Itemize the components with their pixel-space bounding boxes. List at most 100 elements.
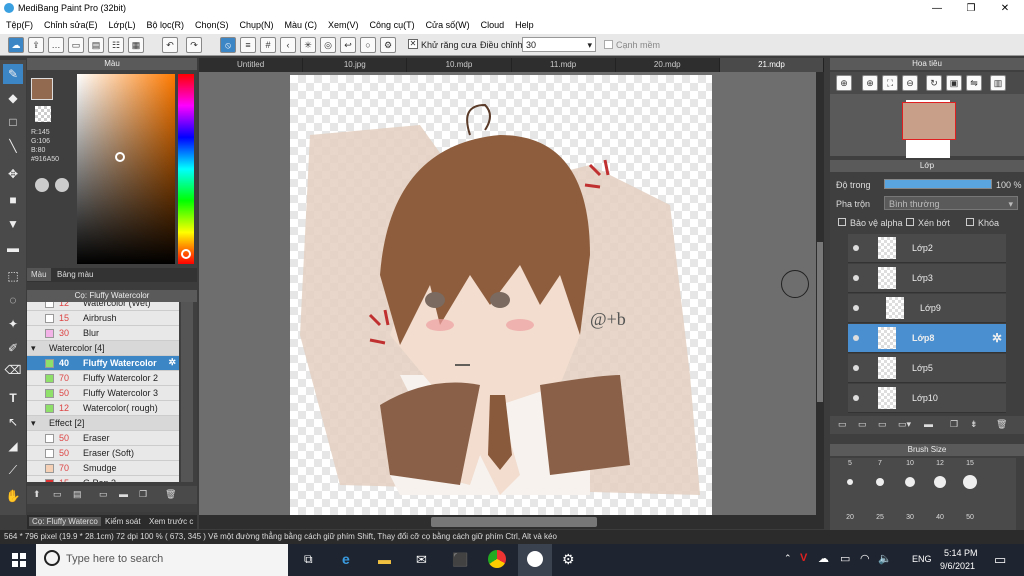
document-tab[interactable]: 10.jpg: [303, 58, 408, 72]
tab-brush[interactable]: Cọ: Fluffy Waterco: [29, 517, 101, 526]
document-tab[interactable]: Untitled: [199, 58, 304, 72]
blend-select[interactable]: Bình thường ▾: [884, 196, 1018, 210]
undo-icon[interactable]: ↶: [162, 37, 178, 53]
layer-row[interactable]: Lớp8 ✲: [848, 324, 1006, 353]
menu-item[interactable]: Màu (C): [279, 17, 323, 34]
menu-item[interactable]: Cửa số(W): [420, 17, 475, 34]
maximize-button[interactable]: ❐: [954, 0, 988, 17]
drawing-canvas[interactable]: @+b: [290, 75, 712, 515]
edge-icon[interactable]: e: [342, 551, 350, 567]
chrome-icon[interactable]: [488, 550, 506, 568]
canvas-area[interactable]: @+b: [199, 72, 824, 515]
language-indicator[interactable]: ENG: [912, 554, 932, 564]
document-tab[interactable]: 20.mdp: [616, 58, 720, 72]
clock-date[interactable]: 9/6/2021: [940, 561, 975, 571]
cloud-icon[interactable]: ☁: [8, 37, 24, 53]
close-button[interactable]: ✕: [988, 0, 1022, 17]
brush-add-icon[interactable]: ⬆: [33, 489, 41, 500]
eye-icon[interactable]: [853, 335, 859, 341]
brush-folder-icon[interactable]: ▬: [119, 489, 128, 499]
hand-tool-icon[interactable]: ✋: [3, 486, 23, 506]
saturation-value-picker[interactable]: [77, 74, 175, 264]
brush-item[interactable]: 12 Watercolor( rough): [27, 401, 179, 416]
lasso-tool-icon[interactable]: ◌: [3, 290, 23, 310]
document-tab[interactable]: 11.mdp: [512, 58, 616, 72]
palette-add-icon[interactable]: [55, 178, 69, 192]
export-icon[interactable]: ⇪: [28, 37, 44, 53]
palette-icon[interactable]: [35, 178, 49, 192]
horizontal-scrollbar[interactable]: [199, 515, 824, 529]
navigator-preview[interactable]: [830, 94, 1024, 158]
duplicate-icon[interactable]: ❐: [950, 419, 958, 430]
snap-ellipse-icon[interactable]: ○: [360, 37, 376, 53]
zoom-out-icon[interactable]: ⊖: [902, 75, 918, 91]
scroll-thumb[interactable]: [431, 517, 597, 527]
brush-list-scrollbar[interactable]: [181, 302, 193, 482]
opacity-slider[interactable]: [884, 179, 992, 189]
select-tool-icon[interactable]: ⬚: [3, 266, 23, 286]
layer-menu-icon[interactable]: ▭▾: [898, 419, 911, 430]
menu-item[interactable]: Chụp(N): [234, 17, 279, 34]
hue-slider[interactable]: [178, 74, 194, 264]
fill-rect-tool-icon[interactable]: ■: [3, 190, 23, 210]
brush-group[interactable]: ▾ Effect [2]: [27, 416, 179, 431]
rotate-icon[interactable]: ↻: [926, 75, 942, 91]
dot-tool-icon[interactable]: □: [3, 112, 23, 132]
document-tab[interactable]: 21.mdp: [719, 58, 825, 72]
copy-layer-icon[interactable]: ▭: [878, 419, 887, 430]
menu-item[interactable]: Xem(V): [322, 17, 364, 34]
menu-item[interactable]: Help: [509, 17, 539, 34]
minimize-button[interactable]: —: [920, 0, 954, 17]
eye-icon[interactable]: [853, 245, 859, 251]
shape-tool-icon[interactable]: ╲: [3, 136, 23, 156]
menu-item[interactable]: Công cụ(T): [364, 17, 420, 34]
snap-settings-icon[interactable]: ⚙: [380, 37, 396, 53]
snap-off-icon[interactable]: ⦸: [220, 37, 236, 53]
save-icon[interactable]: ▤: [88, 37, 104, 53]
clock-time[interactable]: 5:14 PM: [944, 548, 978, 558]
brush-item[interactable]: 15 G Pen 3: [27, 476, 179, 482]
menu-item[interactable]: Cloud: [475, 17, 510, 34]
layer-row[interactable]: Lớp3: [848, 264, 1006, 293]
flip-icon[interactable]: ⇋: [966, 75, 982, 91]
brush-menu-icon[interactable]: ▤: [73, 489, 82, 500]
collapse-icon[interactable]: ▾: [31, 418, 36, 429]
snap-parallel-icon[interactable]: ≡: [240, 37, 256, 53]
search-box[interactable]: Type here to search: [36, 544, 288, 576]
brush-size-cell[interactable]: 12: [926, 460, 954, 494]
brush-size-cell[interactable]: 40: [926, 496, 954, 530]
new-layer-alt-icon[interactable]: ▭: [858, 419, 867, 430]
menu-item[interactable]: Chỉnh sửa(E): [38, 17, 103, 34]
clip-checkbox[interactable]: [906, 218, 914, 226]
brush-item[interactable]: 30 Blur: [27, 326, 179, 341]
tray-chevron-icon[interactable]: ⌃: [784, 553, 792, 564]
tab-preview[interactable]: Xem trước c: [149, 517, 193, 526]
bitmap-icon[interactable]: ▥: [990, 75, 1006, 91]
bit-icon[interactable]: ▦: [128, 37, 144, 53]
zoom-in-alt-icon[interactable]: ⊕: [862, 75, 878, 91]
settings-icon[interactable]: ☷: [108, 37, 124, 53]
file-explorer-icon[interactable]: ▬: [378, 552, 391, 567]
eye-icon[interactable]: [853, 395, 859, 401]
brush-group[interactable]: ▾ Watercolor [4]: [27, 341, 179, 356]
brush-item[interactable]: 12 Watercolor (Wet): [27, 302, 179, 311]
hue-handle[interactable]: [181, 249, 191, 259]
divide-tool-icon[interactable]: ◢: [3, 436, 23, 456]
brush-size-cell[interactable]: 7: [866, 460, 894, 494]
tab-color[interactable]: Màu: [27, 268, 51, 281]
brush-size-cell[interactable]: 30: [896, 496, 924, 530]
select-pen-icon[interactable]: ✐: [3, 338, 23, 358]
menu-item[interactable]: Lớp(L): [103, 17, 141, 34]
text-tool-icon[interactable]: T: [3, 388, 23, 408]
snap-vanish-icon[interactable]: ‹: [280, 37, 296, 53]
magic-wand-icon[interactable]: ✦: [3, 314, 23, 334]
brush-size-cell[interactable]: 25: [866, 496, 894, 530]
menu-item[interactable]: Bộ lọc(R): [140, 17, 189, 34]
snap-circle-icon[interactable]: ◎: [320, 37, 336, 53]
delete-layer-icon[interactable]: 🗑: [996, 419, 1007, 430]
menu-item[interactable]: Tệp(F): [0, 17, 38, 34]
brush-item[interactable]: 50 Eraser (Soft): [27, 446, 179, 461]
snap-curve-icon[interactable]: ↩: [340, 37, 356, 53]
actual-size-icon[interactable]: ▣: [946, 75, 962, 91]
brush-size-cell[interactable]: 50: [956, 496, 984, 530]
